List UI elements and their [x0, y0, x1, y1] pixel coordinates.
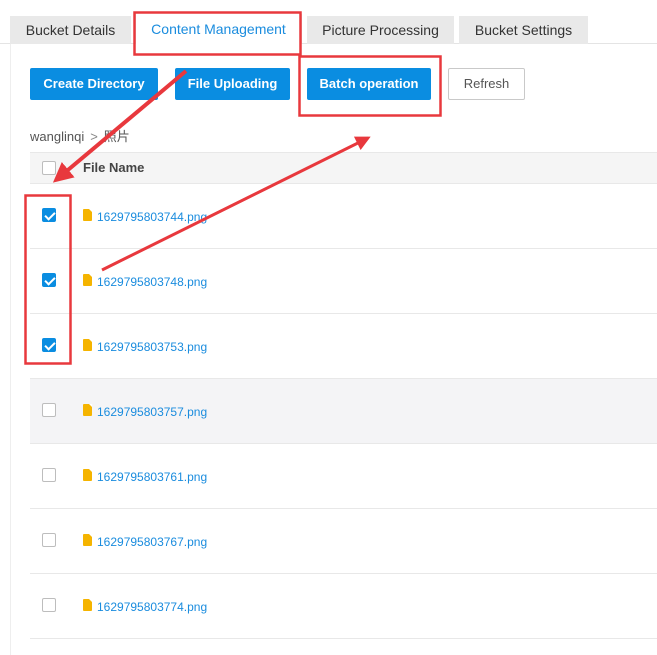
file-name-link[interactable]: 1629795803767.png: [97, 535, 207, 549]
table-row[interactable]: 1629795803761.png: [30, 444, 657, 509]
file-name-link[interactable]: 1629795803774.png: [97, 600, 207, 614]
file-icon: [83, 339, 92, 351]
row-checkbox[interactable]: [42, 273, 56, 287]
row-checkbox[interactable]: [42, 208, 56, 222]
row-checkbox[interactable]: [42, 403, 56, 417]
table-row[interactable]: 1629795803748.png: [30, 249, 657, 314]
table-row[interactable]: 1629795803767.png: [30, 509, 657, 574]
row-checkbox[interactable]: [42, 468, 56, 482]
file-icon: [83, 209, 92, 221]
tab-bar: Bucket Details Content Management Pictur…: [0, 0, 657, 45]
batch-operation-button[interactable]: Batch operation: [307, 68, 431, 100]
row-checkbox[interactable]: [42, 598, 56, 612]
table-row[interactable]: 1629795803753.png: [30, 314, 657, 379]
file-name-column-header: File Name: [83, 160, 145, 175]
select-all-checkbox[interactable]: [42, 161, 56, 175]
file-uploading-button[interactable]: File Uploading: [175, 68, 290, 100]
file-name-link[interactable]: 1629795803748.png: [97, 275, 207, 289]
file-icon: [83, 534, 92, 546]
row-checkbox[interactable]: [42, 533, 56, 547]
file-icon: [83, 599, 92, 611]
file-icon: [83, 404, 92, 416]
file-name-link[interactable]: 1629795803753.png: [97, 340, 207, 354]
row-checkbox[interactable]: [42, 338, 56, 352]
create-directory-button[interactable]: Create Directory: [30, 68, 158, 100]
table-row[interactable]: 1629795803744.png: [30, 184, 657, 249]
table-header: File Name: [30, 152, 657, 184]
tab-bucket-details[interactable]: Bucket Details: [10, 16, 131, 45]
breadcrumb: wanglinqi > 照片: [30, 126, 130, 145]
refresh-button[interactable]: Refresh: [448, 68, 525, 100]
file-icon: [83, 469, 92, 481]
tab-content-management[interactable]: Content Management: [135, 14, 302, 45]
file-name-link[interactable]: 1629795803761.png: [97, 470, 207, 484]
breadcrumb-separator: >: [90, 129, 98, 144]
file-icon: [83, 274, 92, 286]
breadcrumb-root[interactable]: wanglinqi: [30, 129, 84, 144]
tab-picture-processing[interactable]: Picture Processing: [307, 16, 454, 45]
file-name-link[interactable]: 1629795803757.png: [97, 405, 207, 419]
table-row[interactable]: 1629795803774.png: [30, 574, 657, 639]
file-name-link[interactable]: 1629795803744.png: [97, 210, 207, 224]
table-row[interactable]: 1629795803757.png: [30, 379, 657, 444]
breadcrumb-current: 照片: [103, 129, 130, 144]
tab-bucket-settings[interactable]: Bucket Settings: [459, 16, 588, 45]
